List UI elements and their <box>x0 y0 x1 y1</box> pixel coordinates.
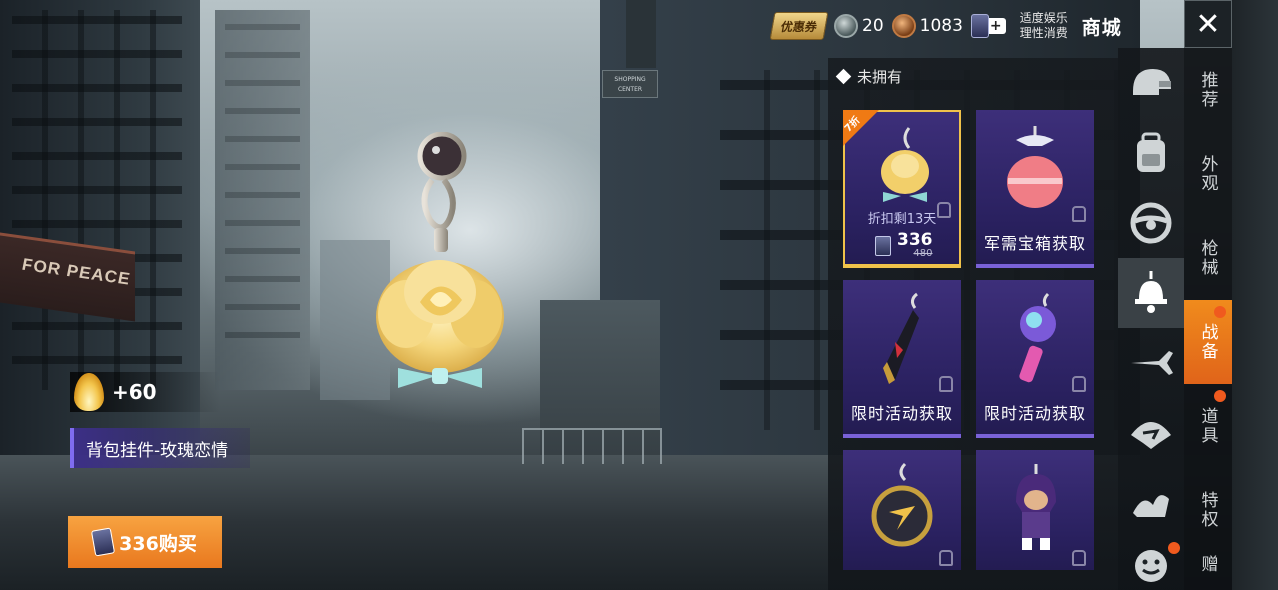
coupon-label: 优惠券 <box>779 19 819 34</box>
backpack-icon <box>939 550 953 566</box>
shop-title: 商城 <box>1081 16 1122 39</box>
notification-dot <box>1168 542 1180 554</box>
category-emote[interactable] <box>1118 468 1184 538</box>
card-currency[interactable]: 6 + <box>970 14 1006 38</box>
card-icon <box>91 527 116 557</box>
silver-currency[interactable]: 20 <box>834 14 884 38</box>
bell-charm-icon <box>1135 271 1167 313</box>
current-price: 336 <box>897 230 933 250</box>
currency-bar: 优惠券 20 1083 6 + 适度娱乐 理性消费 商城 <box>769 8 1122 44</box>
item-source-label: 军需宝箱获取 <box>983 234 1086 253</box>
silver-coin-icon <box>834 14 859 38</box>
close-icon: ✕ <box>1195 6 1221 42</box>
coupon-button[interactable]: 优惠券 <box>769 12 829 40</box>
filter-label: 未拥有 <box>857 68 903 86</box>
charm-ball <box>417 132 467 181</box>
teal-bow <box>398 368 482 388</box>
category-column <box>1118 48 1184 590</box>
category-charm[interactable] <box>1118 258 1184 328</box>
backpack-icon <box>1072 206 1086 222</box>
railing <box>522 428 662 464</box>
item-card-hooded-doll[interactable] <box>976 450 1094 570</box>
item-card-rose[interactable]: 7折 折扣剩13天 336 480 <box>843 110 961 268</box>
popularity-score: +60 <box>70 372 220 412</box>
card-icon <box>875 235 891 256</box>
main-tab-column: 推荐 外观 枪械 战备 道具 特权 赠 <box>1184 48 1232 590</box>
score-value: +60 <box>112 380 157 404</box>
backpack-icon <box>1072 376 1086 392</box>
parachute-icon <box>1131 422 1171 449</box>
backpack-icon <box>939 376 953 392</box>
backpack-icon <box>1137 132 1165 172</box>
tab-gift[interactable]: 赠 <box>1184 538 1232 590</box>
item-card-macaron[interactable]: 军需宝箱获取 <box>976 110 1094 268</box>
rose-charm-thumbnail <box>881 127 929 202</box>
notification-dot <box>1214 306 1226 318</box>
card-icon <box>970 14 989 38</box>
rose-flower <box>376 260 504 373</box>
plane-icon <box>1131 351 1173 375</box>
category-backpack[interactable] <box>1118 118 1184 188</box>
feather-charm-thumbnail <box>883 292 919 384</box>
tab-recommend[interactable]: 推荐 <box>1184 48 1232 132</box>
category-face[interactable] <box>1118 538 1184 590</box>
item-name-label: 背包挂件-玫瑰恋情 <box>70 428 250 468</box>
category-vehicle[interactable] <box>1118 188 1184 258</box>
smile-icon <box>1135 550 1167 582</box>
category-helmet[interactable] <box>1118 48 1184 118</box>
orb-wand-charm-thumbnail <box>1019 292 1056 383</box>
silver-amount: 20 <box>862 16 884 36</box>
item-card-feather[interactable]: 限时活动获取 <box>843 280 961 438</box>
bronze-amount: 1083 <box>919 16 963 36</box>
shopping-center-sign: SHOPPING CENTER <box>602 70 658 98</box>
item-source-label: 限时活动获取 <box>983 404 1086 423</box>
backpack-icon <box>1072 550 1086 566</box>
item-name: 背包挂件-玫瑰恋情 <box>86 440 229 461</box>
price-row: 336 480 <box>875 232 933 259</box>
discount-badge: 7折 <box>843 110 879 146</box>
diamond-icon <box>835 68 852 85</box>
item-card-orb-wand[interactable]: 限时活动获取 <box>976 280 1094 438</box>
bronze-coin-icon <box>891 14 916 38</box>
steering-wheel-icon <box>1130 202 1172 244</box>
owned-filter[interactable]: 未拥有 <box>835 66 903 87</box>
backpack-icon <box>937 202 951 218</box>
charm-clasp <box>421 178 456 231</box>
helmet-icon <box>1133 69 1171 95</box>
emote-icon <box>1133 495 1169 517</box>
item-source-label: 限时活动获取 <box>850 404 953 423</box>
rose-charm-preview[interactable] <box>370 132 510 392</box>
tab-weapons[interactable]: 枪械 <box>1184 216 1232 300</box>
notification-dot <box>1214 390 1226 402</box>
item-grid-panel: 未拥有 7折 折扣剩13天 336 480 军需宝箱获取 限时活动获取 限时活动… <box>828 58 1118 590</box>
flame-icon <box>74 373 104 411</box>
buy-label: 336购买 <box>119 532 197 555</box>
vertical-sign <box>626 0 656 68</box>
right-edge <box>1232 0 1278 590</box>
category-plane[interactable] <box>1118 328 1184 398</box>
play-responsibly-notice: 适度娱乐 理性消费 <box>1019 11 1068 40</box>
buy-button[interactable]: 336购买 <box>68 516 222 568</box>
bronze-currency[interactable]: 1083 <box>891 14 963 38</box>
close-button[interactable]: ✕ <box>1184 0 1232 48</box>
distant-tower <box>215 10 310 390</box>
item-card-emblem[interactable] <box>843 450 961 570</box>
hooded-doll-charm-thumbnail <box>1016 464 1056 550</box>
macaron-charm-thumbnail <box>1007 126 1063 208</box>
tab-appearance[interactable]: 外观 <box>1184 132 1232 216</box>
emblem-charm-thumbnail <box>871 462 933 547</box>
category-parachute[interactable] <box>1118 398 1184 468</box>
